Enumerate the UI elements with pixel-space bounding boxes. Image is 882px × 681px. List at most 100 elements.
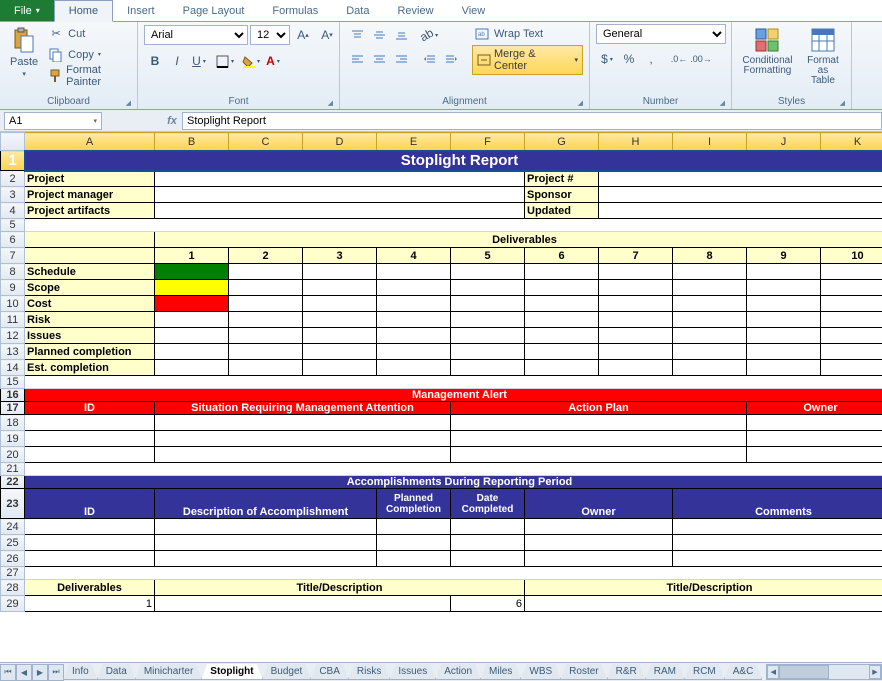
row-27[interactable]: 27	[1, 567, 25, 580]
col-D[interactable]: D	[303, 133, 377, 151]
row-15[interactable]: 15	[1, 376, 25, 389]
formula-input[interactable]: Stoplight Report	[182, 112, 882, 130]
blank-row[interactable]	[25, 219, 882, 232]
bold-button[interactable]: B	[144, 50, 166, 72]
col-G[interactable]: G	[525, 133, 599, 151]
sponsor-label[interactable]: Sponsor	[525, 187, 599, 203]
bottom-n1[interactable]: 1	[25, 596, 155, 612]
accomp-title[interactable]: Accomplishments During Reporting Period	[25, 476, 882, 489]
percent-button[interactable]: %	[618, 48, 640, 70]
scroll-right[interactable]: ▶	[869, 665, 881, 679]
row-21[interactable]: 21	[1, 463, 25, 476]
align-right-button[interactable]	[390, 48, 412, 70]
row-14[interactable]: 14	[1, 360, 25, 376]
deliv-9[interactable]: 9	[747, 248, 821, 264]
bottom-n2[interactable]: 6	[451, 596, 525, 612]
deliv-10[interactable]: 10	[821, 248, 882, 264]
updated-value[interactable]	[599, 203, 882, 219]
deliv-blank[interactable]	[25, 248, 155, 264]
est-label[interactable]: Est. completion	[25, 360, 155, 376]
row-28[interactable]: 28	[1, 580, 25, 596]
col-H[interactable]: H	[599, 133, 673, 151]
deliv-corner[interactable]	[25, 232, 155, 248]
align-middle-button[interactable]	[368, 24, 390, 46]
sheet-tab-budget[interactable]: Budget	[262, 664, 312, 680]
col-C[interactable]: C	[229, 133, 303, 151]
conditional-formatting-button[interactable]: Conditional Formatting	[738, 24, 797, 78]
format-as-table-button[interactable]: Format as Table	[801, 24, 845, 88]
tab-nav-next[interactable]: ▶	[32, 664, 48, 681]
row-25[interactable]: 25	[1, 535, 25, 551]
dec-decimal-button[interactable]: .00→	[690, 48, 712, 70]
row-10[interactable]: 10	[1, 296, 25, 312]
row-20[interactable]: 20	[1, 447, 25, 463]
orientation-button[interactable]: ab	[418, 24, 440, 46]
cost-label[interactable]: Cost	[25, 296, 155, 312]
risk-label[interactable]: Risk	[25, 312, 155, 328]
artifacts-label[interactable]: Project artifacts	[25, 203, 155, 219]
fill-color-button[interactable]	[240, 50, 262, 72]
sheet-tab-stoplight[interactable]: Stoplight	[201, 664, 262, 680]
fx-icon[interactable]: fx	[162, 115, 182, 127]
deliv-4[interactable]: 4	[377, 248, 451, 264]
manager-label[interactable]: Project manager	[25, 187, 155, 203]
deliverables-header[interactable]: Deliverables	[155, 232, 882, 248]
underline-button[interactable]: U	[188, 50, 210, 72]
font-color-button[interactable]: A	[262, 50, 284, 72]
row-9[interactable]: 9	[1, 280, 25, 296]
shrink-font-button[interactable]: A▾	[316, 24, 338, 46]
scope-label[interactable]: Scope	[25, 280, 155, 296]
border-button[interactable]	[214, 50, 236, 72]
font-name-select[interactable]: Arial	[144, 25, 248, 45]
comma-button[interactable]: ,	[640, 48, 662, 70]
sheet-tab-r&r[interactable]: R&R	[607, 664, 646, 680]
tab-home[interactable]: Home	[54, 0, 113, 22]
deliv-2[interactable]: 2	[229, 248, 303, 264]
deliv-5[interactable]: 5	[451, 248, 525, 264]
currency-button[interactable]: $	[596, 48, 618, 70]
schedule-label[interactable]: Schedule	[25, 264, 155, 280]
accomp-owner[interactable]: Owner	[525, 489, 673, 519]
row-26[interactable]: 26	[1, 551, 25, 567]
projectnum-label[interactable]: Project #	[525, 171, 599, 187]
deliv-1[interactable]: 1	[155, 248, 229, 264]
tab-review[interactable]: Review	[383, 0, 447, 21]
row-4[interactable]: 4	[1, 203, 25, 219]
number-format-select[interactable]: General	[596, 24, 726, 44]
tab-nav-prev[interactable]: ◀	[16, 664, 32, 681]
deliv-6[interactable]: 6	[525, 248, 599, 264]
inc-decimal-button[interactable]: .0←	[668, 48, 690, 70]
tab-data[interactable]: Data	[332, 0, 383, 21]
sheet-tab-issues[interactable]: Issues	[389, 664, 436, 680]
accomp-date[interactable]: Date Completed	[451, 489, 525, 519]
merge-center-button[interactable]: Merge & Center▾	[472, 45, 583, 75]
align-left-button[interactable]	[346, 48, 368, 70]
row-29[interactable]: 29	[1, 596, 25, 612]
col-E[interactable]: E	[377, 133, 451, 151]
sheet-tab-action[interactable]: Action	[435, 664, 481, 680]
format-painter-button[interactable]: Format Painter	[46, 66, 131, 85]
column-headers[interactable]: A B C D E F G H I J K	[1, 133, 882, 151]
row-1[interactable]: 1	[1, 151, 25, 171]
sponsor-value[interactable]: 0	[599, 187, 882, 203]
row-13[interactable]: 13	[1, 344, 25, 360]
project-value[interactable]	[155, 171, 525, 187]
italic-button[interactable]: I	[166, 50, 188, 72]
font-size-select[interactable]: 12	[250, 25, 290, 45]
row-3[interactable]: 3	[1, 187, 25, 203]
artifacts-value[interactable]	[155, 203, 525, 219]
sheet-tab-roster[interactable]: Roster	[560, 664, 607, 680]
issues-label[interactable]: Issues	[25, 328, 155, 344]
accomp-comments[interactable]: Comments	[673, 489, 882, 519]
row-5[interactable]: 5	[1, 219, 25, 232]
row-16[interactable]: 16	[1, 389, 25, 402]
sheet-tab-rcm[interactable]: RCM	[684, 664, 725, 680]
wrap-text-button[interactable]: abWrap Text	[472, 24, 583, 43]
cost-1[interactable]	[155, 296, 229, 312]
schedule-1[interactable]	[155, 264, 229, 280]
projectnum-value[interactable]	[599, 171, 882, 187]
col-J[interactable]: J	[747, 133, 821, 151]
dec-indent-button[interactable]	[418, 48, 440, 70]
name-box[interactable]: A1	[4, 112, 102, 130]
mgmt-situation[interactable]: Situation Requiring Management Attention	[155, 402, 451, 415]
